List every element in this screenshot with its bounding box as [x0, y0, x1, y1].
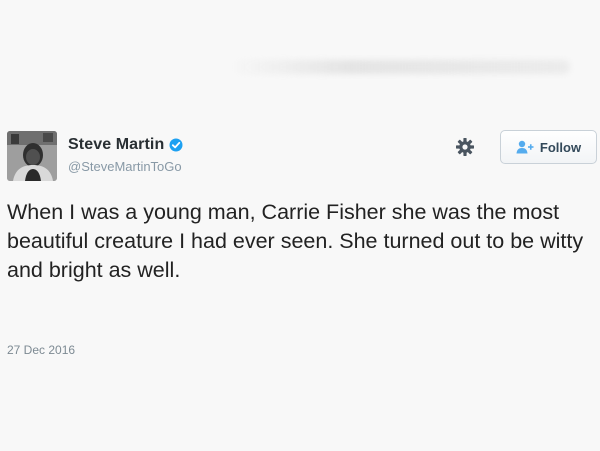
tweet-timestamp[interactable]: 27 Dec 2016: [7, 343, 75, 357]
display-name[interactable]: Steve Martin: [68, 136, 164, 154]
tweet-text: When I was a young man, Carrie Fisher sh…: [7, 200, 584, 282]
faded-background-text: [230, 60, 570, 74]
add-user-icon: [516, 140, 534, 154]
user-handle[interactable]: @SteveMartinToGo: [68, 159, 182, 174]
follow-button-label: Follow: [539, 139, 582, 155]
gear-icon[interactable]: [454, 136, 476, 158]
avatar[interactable]: [7, 131, 57, 181]
tweet-card: Steve Martin @SteveMartinToGo Follow Whe…: [0, 114, 600, 374]
author-name-row[interactable]: Steve Martin: [68, 136, 183, 154]
tweet-screenshot: Steve Martin @SteveMartinToGo Follow Whe…: [0, 0, 600, 451]
verified-badge-icon: [169, 138, 183, 152]
follow-button[interactable]: Follow: [500, 130, 597, 164]
avatar-photo: [7, 131, 57, 181]
